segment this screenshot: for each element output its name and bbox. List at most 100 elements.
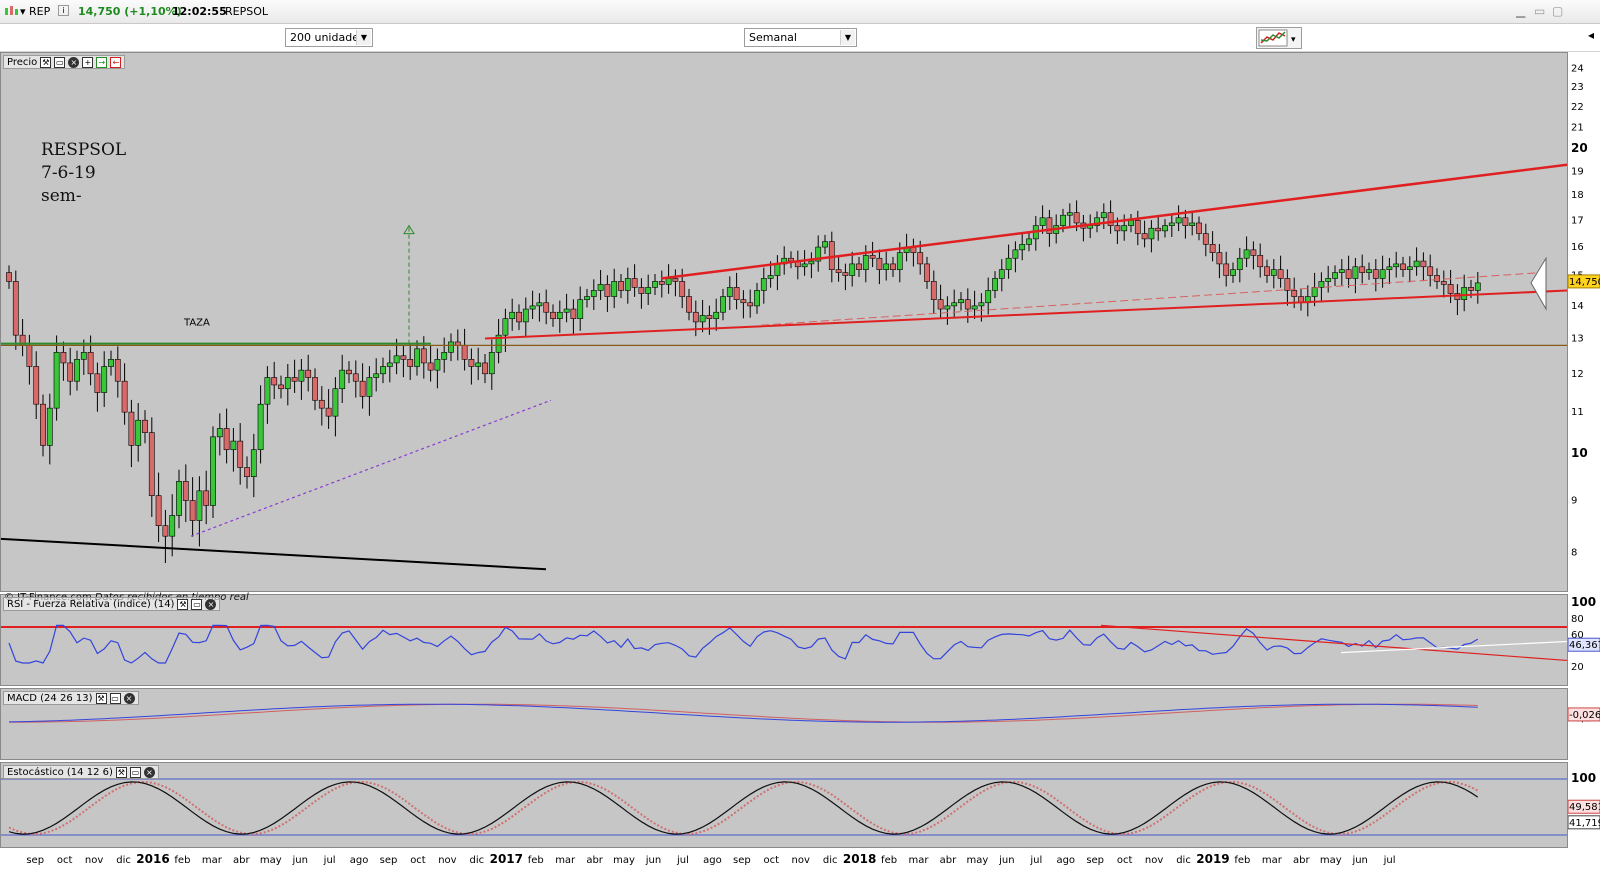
units-select[interactable]: 200 unidades ▼ <box>285 28 373 47</box>
macd-chart[interactable] <box>1 689 1568 760</box>
x-month-label: nov <box>85 855 103 866</box>
x-month-label: ago <box>1056 855 1075 866</box>
candle-down <box>1372 269 1379 279</box>
stoch-chart[interactable] <box>1 763 1568 848</box>
price-tick-label: 16 <box>1571 242 1584 253</box>
x-month-label: nov <box>792 855 810 866</box>
candle-down <box>842 272 849 276</box>
price-panel: Precio ⚒ ▭ × + → ← RESPSOL 7-6-19 sem- T… <box>0 52 1568 592</box>
candle-up <box>754 290 760 307</box>
x-month-label: oct <box>764 855 780 866</box>
candle-down <box>182 481 189 501</box>
rsi-line <box>8 624 1479 664</box>
x-month-label: may <box>1320 855 1342 866</box>
candle-down <box>352 373 359 382</box>
window-icon[interactable]: ▭ <box>191 598 203 610</box>
export-icon[interactable]: → <box>96 56 108 68</box>
x-month-label: may <box>967 855 989 866</box>
rsi-chart[interactable] <box>1 595 1568 686</box>
candle-up <box>380 366 386 375</box>
chart-note: RESPSOL 7-6-19 sem- <box>41 139 126 208</box>
candle-down <box>890 263 896 270</box>
note-line: RESPSOL <box>41 140 127 160</box>
restore-icon[interactable]: ▢ <box>1552 4 1563 18</box>
price-tick-label: 23 <box>1571 82 1584 93</box>
candle-down <box>155 495 162 527</box>
close-icon[interactable]: × <box>68 56 80 68</box>
collapse-panel-icon[interactable]: ◂ <box>1588 28 1594 42</box>
x-month-label: mar <box>1262 855 1283 866</box>
price-tick-label: 8 <box>1571 547 1577 558</box>
candle-up <box>74 359 80 382</box>
candle-down <box>1434 275 1440 282</box>
x-year-label: 2017 <box>490 852 523 866</box>
candle-up <box>1311 287 1318 297</box>
candle-down <box>570 308 577 319</box>
close-icon[interactable]: × <box>123 692 135 704</box>
candle-up <box>1386 266 1393 270</box>
x-month-label: sep <box>733 855 751 866</box>
candle-down <box>1400 263 1406 270</box>
add-indicator-icon[interactable]: + <box>82 56 94 68</box>
period-select[interactable]: Semanal ▼ <box>744 28 857 47</box>
candle-up <box>135 419 142 446</box>
candle-up <box>393 355 400 364</box>
candle-up <box>475 362 482 367</box>
wrench-icon[interactable]: ⚒ <box>115 766 127 778</box>
candle-up <box>951 302 958 307</box>
price-chart[interactable]: TAZA <box>1 53 1568 592</box>
price-tick-label: 21 <box>1571 122 1584 133</box>
wrench-icon[interactable]: ⚒ <box>40 56 52 68</box>
candle-up <box>760 278 767 291</box>
chevron-down-icon: ▼ <box>840 30 855 45</box>
channel-upper-line <box>660 163 1567 280</box>
window-icon[interactable]: ▭ <box>129 766 141 778</box>
rsi-tick-label: 100 <box>1571 595 1596 609</box>
candle-up <box>298 369 305 382</box>
exit-icon[interactable]: ← <box>110 56 122 68</box>
candle-down <box>407 359 414 367</box>
candle-up <box>1121 225 1128 232</box>
candle-down <box>142 419 148 433</box>
candle-chart-icon[interactable] <box>4 5 20 20</box>
rsi-panel-title: RSI - Fuerza Relativa (indice) (14) <box>7 598 175 610</box>
candle-down <box>835 269 842 273</box>
price-tick-label: 19 <box>1571 166 1584 177</box>
candle-down <box>1359 266 1366 273</box>
window-icon[interactable]: ▭ <box>54 56 66 68</box>
candle-down <box>930 281 937 300</box>
candle-down <box>26 345 33 367</box>
candle-up <box>1005 257 1012 270</box>
candle-up <box>176 481 182 516</box>
time-label: 12:02:55 <box>172 5 227 18</box>
info-icon[interactable]: i <box>58 5 69 16</box>
close-icon[interactable]: × <box>143 766 155 778</box>
candle-up <box>1026 238 1032 245</box>
minimize-icon[interactable]: ▁ <box>1516 4 1525 18</box>
candle-up <box>971 305 978 310</box>
candle-up <box>726 287 733 297</box>
candle-down <box>937 299 944 310</box>
chart-type-button[interactable]: ▾ <box>1256 27 1302 49</box>
candle-down <box>869 255 876 259</box>
candle-down <box>1073 212 1080 224</box>
close-icon[interactable]: × <box>205 598 217 610</box>
x-month-label: jun <box>291 855 307 866</box>
wrench-icon[interactable]: ⚒ <box>95 692 107 704</box>
macd-panel: MACD (24 26 13) ⚒ ▭ × <box>0 688 1568 760</box>
candle-up <box>250 449 257 478</box>
candle-up <box>665 278 672 285</box>
candle-down <box>203 490 210 506</box>
window-icon[interactable]: ▭ <box>109 692 121 704</box>
candle-up <box>1474 282 1481 291</box>
price-tick-label: 24 <box>1571 63 1584 74</box>
wrench-icon[interactable]: ⚒ <box>177 598 189 610</box>
maximize-icon[interactable]: ▭ <box>1534 4 1545 18</box>
candle-down <box>618 281 624 291</box>
candle-down <box>87 352 94 375</box>
candle-down <box>291 377 298 382</box>
right-axis: 2423222120191817161514131211109814,75010… <box>1567 63 1600 830</box>
candle-up <box>1366 269 1372 273</box>
symbol-dropdown[interactable]: ▾ REP <box>20 5 50 18</box>
price-tick-label: 12 <box>1571 369 1584 380</box>
